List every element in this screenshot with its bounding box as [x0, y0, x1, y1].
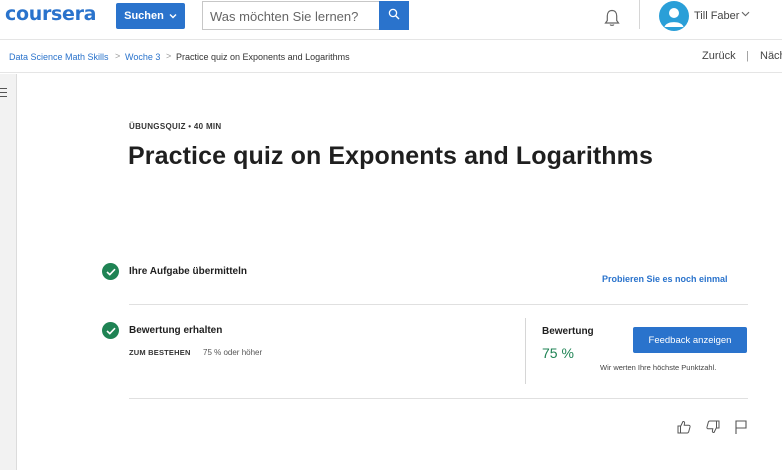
breadcrumb-separator: >: [166, 51, 172, 61]
quiz-meta: ÜBUNGSQUIZ • 40 MIN: [129, 122, 222, 131]
flag-icon[interactable]: [733, 419, 749, 435]
left-sidebar-rail: [0, 74, 17, 470]
grade-value: 75 %: [542, 345, 574, 361]
explore-button[interactable]: Suchen: [116, 3, 185, 29]
pass-requirement-label: ZUM BESTEHEN: [129, 348, 191, 357]
next-item-link[interactable]: Näch: [760, 50, 782, 62]
thumbs-down-icon[interactable]: [705, 419, 721, 435]
breadcrumb-course[interactable]: Data Science Math Skills: [9, 52, 109, 62]
divider: [129, 398, 748, 399]
chevron-down-icon[interactable]: [741, 9, 750, 19]
previous-item-link[interactable]: Zurück: [702, 50, 736, 62]
divider: [129, 304, 748, 305]
top-header: coursera Suchen Was möchten Sie lernen? …: [0, 0, 782, 40]
retry-quiz-link[interactable]: Probieren Sie es noch einmal: [602, 274, 728, 284]
search-icon: [388, 7, 400, 25]
highest-score-note: Wir werten Ihre höchste Punktzahl.: [600, 363, 717, 372]
nav-divider: |: [746, 50, 749, 62]
bell-icon[interactable]: [602, 8, 622, 28]
user-name[interactable]: Till Faber: [694, 10, 739, 22]
grade-label: Bewertung: [542, 326, 594, 337]
breadcrumb-current: Practice quiz on Exponents and Logarithm…: [176, 52, 350, 62]
breadcrumb: Data Science Math Skills > Woche 3 > Pra…: [0, 40, 782, 73]
page-title: Practice quiz on Exponents and Logarithm…: [128, 142, 654, 170]
submit-step-label: Ihre Aufgabe übermitteln: [129, 266, 247, 277]
grade-divider: [525, 318, 526, 384]
thumbs-up-icon[interactable]: [676, 419, 692, 435]
check-circle-icon: [102, 322, 119, 339]
check-circle-icon: [102, 263, 119, 280]
chevron-down-icon: [169, 12, 177, 21]
search-input[interactable]: Was möchten Sie lernen?: [202, 1, 380, 30]
explore-button-label: Suchen: [124, 10, 164, 22]
view-feedback-button[interactable]: Feedback anzeigen: [633, 327, 747, 353]
avatar-icon[interactable]: [659, 1, 689, 31]
breadcrumb-separator: >: [115, 51, 121, 61]
menu-icon[interactable]: [0, 88, 7, 100]
search-button[interactable]: [379, 1, 409, 30]
header-divider: [639, 0, 640, 29]
breadcrumb-week[interactable]: Woche 3: [125, 52, 160, 62]
coursera-logo[interactable]: coursera: [5, 3, 97, 25]
pass-requirement-value: 75 % oder höher: [203, 348, 263, 357]
grade-step-label: Bewertung erhalten: [129, 325, 223, 336]
